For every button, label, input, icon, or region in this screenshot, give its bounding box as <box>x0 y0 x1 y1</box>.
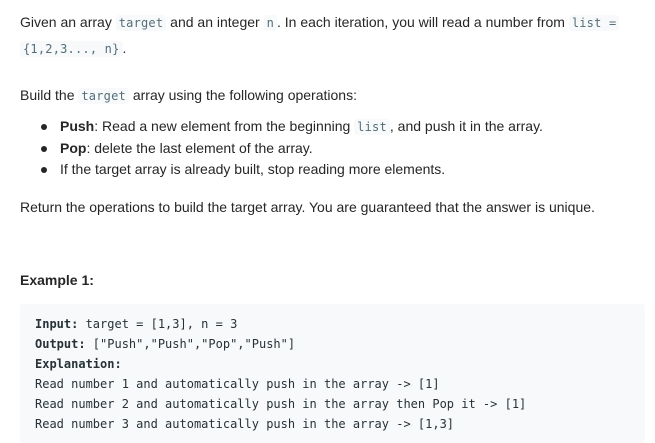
inline-code-target: target <box>115 15 167 31</box>
input-label: Input: <box>35 317 79 331</box>
push-label: Push <box>60 118 95 134</box>
bullet-dot <box>41 167 47 173</box>
inline-code-list-values: {1,2,3..., n} <box>20 41 123 57</box>
explanation-line: Read number 1 and automatically push in … <box>35 377 440 391</box>
bullet-dot <box>41 146 47 152</box>
list-item-pop: Pop: delete the last element of the arra… <box>41 138 645 159</box>
input-value: target = [1,3], n = 3 <box>78 317 238 331</box>
inline-code-target: target <box>78 88 129 104</box>
push-text: : Read a new element from the beginning <box>94 118 355 134</box>
example-code-block: Input: target = [1,3], n = 3 Output: ["P… <box>20 304 645 443</box>
inline-code-list: list <box>354 119 390 135</box>
inline-code-n: n <box>263 15 278 31</box>
inline-code-list: list = <box>568 15 620 31</box>
operations-list: Push: Read a new element from the beginn… <box>20 116 645 180</box>
pop-text: : delete the last element of the array. <box>86 140 313 156</box>
return-paragraph: Return the operations to build the targe… <box>20 199 595 215</box>
example-title: Example 1: <box>20 272 94 288</box>
output-label: Output: <box>35 337 86 351</box>
stop-text: If the target array is already built, st… <box>60 161 446 177</box>
bullet-dot <box>41 124 47 130</box>
list-item-push: Push: Read a new element from the beginn… <box>41 116 645 138</box>
explanation-line: Read number 2 and automatically push in … <box>35 397 527 411</box>
pop-label: Pop <box>60 140 87 156</box>
list-item-stop: If the target array is already built, st… <box>41 159 645 180</box>
intro-text: . In each iteration, you will read a num… <box>277 14 569 30</box>
intro-text: and an integer <box>166 14 264 30</box>
intro-paragraph: Given an array target and an integer n. … <box>20 10 645 62</box>
problem-description: Given an array target and an integer n. … <box>20 10 645 443</box>
build-text: Build the <box>20 87 79 103</box>
build-paragraph: Build the target array using the followi… <box>20 83 645 108</box>
push-text: , and push it in the array. <box>389 118 543 134</box>
intro-text: . <box>122 40 127 56</box>
explanation-line: Read number 3 and automatically push in … <box>35 417 455 431</box>
build-text: array using the following operations: <box>128 87 357 103</box>
explanation-label: Explanation: <box>35 357 122 371</box>
intro-text: Given an array <box>20 14 116 30</box>
output-value: ["Push","Push","Pop","Push"] <box>85 337 296 351</box>
